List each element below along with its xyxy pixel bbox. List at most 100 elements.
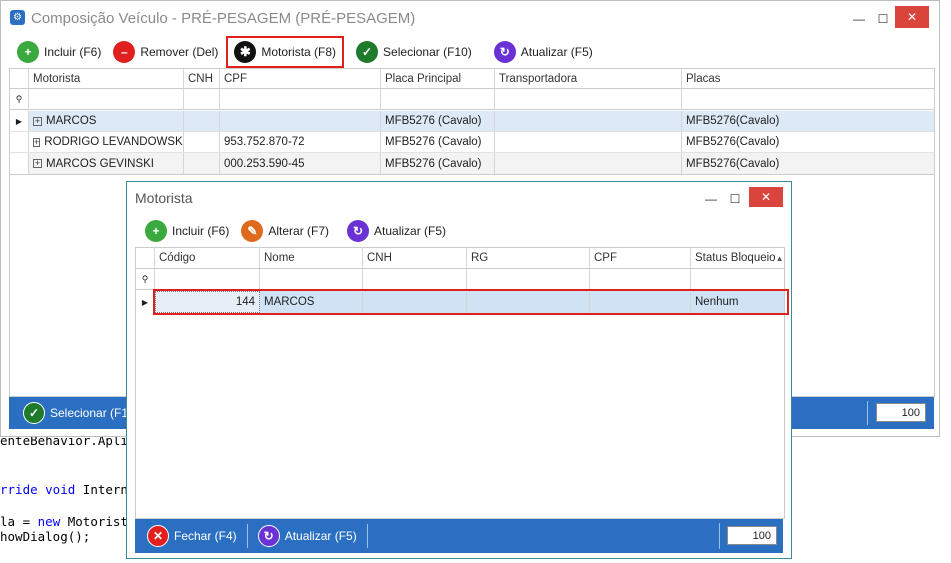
footer-separator: [366, 524, 368, 548]
atualizar-button[interactable]: ↻ Atualizar (F5): [488, 37, 599, 67]
code-text: la =: [0, 514, 38, 529]
dialog-alterar-label: Alterar (F7): [268, 224, 330, 238]
fechar-button[interactable]: ✕ Fechar (F4): [141, 521, 243, 551]
code-line: rride void Interna: [0, 482, 135, 497]
cnh-cell: [184, 111, 220, 131]
atualizar-label: Atualizar (F5): [520, 45, 593, 59]
code-line: howDialog();: [0, 529, 91, 544]
motorista-grid: Código Nome CNH RG CPF Status Bloqueio ▲ …: [135, 247, 789, 519]
cpf-cell: 000.253.590-45: [220, 153, 381, 174]
cnh-cell: [184, 132, 220, 152]
dialog-titlebar: Motorista — ☐ ✕: [127, 182, 791, 213]
refresh-icon: ↻: [493, 41, 516, 63]
dialog-close-button[interactable]: ✕: [749, 187, 783, 207]
close-button[interactable]: ✕: [895, 6, 929, 28]
column-header[interactable]: Placa Principal: [381, 69, 495, 88]
dialog-atualizar-label: Atualizar (F5): [374, 224, 447, 238]
row-indicator-header: [10, 69, 29, 88]
placa-cell: MFB5276 (Cavalo): [381, 111, 495, 131]
dialog-maximize-button[interactable]: ☐: [717, 186, 753, 211]
remover-label: Remover (Del): [140, 45, 219, 59]
placas-cell: MFB5276(Cavalo): [686, 157, 780, 170]
composicao-grid: Motorista CNH CPF Placa Principal Transp…: [9, 68, 935, 175]
column-header[interactable]: Motorista: [29, 69, 184, 88]
table-row[interactable]: + MARCOS GEVINSKI 000.253.590-45 MFB5276 …: [10, 153, 934, 174]
column-header[interactable]: RG: [467, 248, 590, 268]
expand-icon[interactable]: +: [33, 159, 42, 168]
selecionar-label: Selecionar (F10): [383, 45, 472, 59]
minus-icon: –: [113, 41, 136, 63]
footer-separator: [246, 524, 248, 548]
incluir-label: Incluir (F6): [44, 45, 102, 59]
dialog-atualizar-button[interactable]: ↻ Atualizar (F5): [341, 216, 452, 246]
status-column-header[interactable]: Status Bloqueio ▲: [691, 248, 784, 268]
refresh-icon: ↻: [347, 220, 370, 242]
dialog-incluir-label: Incluir (F6): [172, 224, 230, 238]
footer-separator: [867, 401, 868, 425]
selecionar-button[interactable]: ✓ Selecionar (F10): [350, 37, 478, 67]
dialog-page-size-input[interactable]: 100: [727, 526, 777, 545]
column-header[interactable]: CNH: [184, 69, 220, 88]
motorista-label: Motorista (F8): [261, 45, 337, 59]
dialog-title: Motorista: [135, 190, 193, 206]
column-header[interactable]: CPF: [590, 248, 691, 268]
check-icon: ✓: [23, 402, 45, 424]
motorista-cell: MARCOS GEVINSKI: [46, 157, 154, 170]
main-toolbar: + Incluir (F6) – Remover (Del) ✱ Motorista …: [11, 36, 599, 68]
motorista-cell: RODRIGO LEVANDOWSKI: [44, 136, 184, 148]
filter-row[interactable]: ⚲: [136, 269, 784, 290]
cpf-cell: [220, 111, 381, 131]
column-header[interactable]: CNH: [363, 248, 467, 268]
column-header[interactable]: Código: [155, 248, 260, 268]
fechar-label: Fechar (F4): [174, 529, 237, 543]
expand-icon[interactable]: +: [33, 116, 42, 126]
dialog-alterar-button[interactable]: ✎ Alterar (F7): [235, 216, 335, 246]
row-indicator-header: [136, 248, 155, 268]
code-text: Motorista: [60, 514, 136, 529]
transportadora-cell: [495, 153, 682, 174]
code-keyword: new: [37, 514, 61, 529]
footer-atualizar-label: Atualizar (F5): [284, 529, 357, 543]
grid-header: Código Nome CNH RG CPF Status Bloqueio ▲: [136, 248, 784, 269]
footer-separator: [719, 523, 720, 549]
filter-pin-icon: ⚲: [10, 89, 29, 109]
column-header[interactable]: Transportadora: [495, 69, 682, 88]
filter-row[interactable]: ⚲: [10, 89, 934, 110]
code-line: la = new Motorista: [0, 514, 135, 529]
table-row[interactable]: ▶ + MARCOS MFB5276 (Cavalo) MFB5276(Caval…: [10, 111, 934, 132]
main-titlebar: ⚙ Composição Veículo - PRÉ-PESAGEM (PRÉ-…: [1, 1, 939, 32]
page-size-input[interactable]: 100: [876, 403, 926, 422]
placa-cell: MFB5276 (Cavalo): [381, 153, 495, 174]
refresh-icon: ↻: [257, 525, 280, 547]
check-icon: ✓: [356, 41, 379, 63]
app-icon: ⚙: [10, 10, 25, 25]
footer-atualizar-button[interactable]: ↻ Atualizar (F5): [252, 521, 363, 551]
column-header-label: Status Bloqueio: [695, 252, 776, 264]
column-header[interactable]: Nome: [260, 248, 363, 268]
column-header[interactable]: CPF: [220, 69, 381, 88]
table-row[interactable]: + RODRIGO LEVANDOWSKI 953.752.870-72 MFB5…: [10, 132, 934, 153]
filter-pin-icon: ⚲: [136, 269, 155, 289]
grid-header: Motorista CNH CPF Placa Principal Transp…: [10, 69, 934, 89]
row-highlight-box: [153, 289, 789, 315]
placas-cell: MFB5276(Cavalo): [686, 136, 780, 148]
row-indicator-icon: ▶: [10, 111, 29, 131]
transportadora-cell: [495, 132, 682, 152]
motorista-cell: MARCOS: [46, 115, 97, 127]
cnh-cell: [184, 153, 220, 174]
placas-cell: MFB5276(Cavalo): [686, 115, 780, 127]
placa-cell: MFB5276 (Cavalo): [381, 132, 495, 152]
walking-person-icon: ✱: [234, 41, 257, 63]
dialog-footer: ✕ Fechar (F4) ↻ Atualizar (F5) 100: [135, 519, 783, 553]
dialog-incluir-button[interactable]: + Incluir (F6): [139, 216, 235, 246]
incluir-button[interactable]: + Incluir (F6): [11, 37, 107, 67]
transportadora-cell: [495, 111, 682, 131]
code-keyword: rride void: [0, 482, 76, 497]
remover-button[interactable]: – Remover (Del): [107, 37, 224, 67]
column-header[interactable]: Placas: [682, 69, 934, 88]
motorista-dialog: Motorista — ☐ ✕ + Incluir (F6) ✎ Alterar (…: [126, 181, 792, 559]
sort-ascending-icon: ▲: [775, 253, 784, 263]
expand-icon[interactable]: +: [33, 137, 41, 147]
motorista-button[interactable]: ✱ Motorista (F8): [226, 36, 345, 68]
pencil-icon: ✎: [241, 220, 264, 242]
